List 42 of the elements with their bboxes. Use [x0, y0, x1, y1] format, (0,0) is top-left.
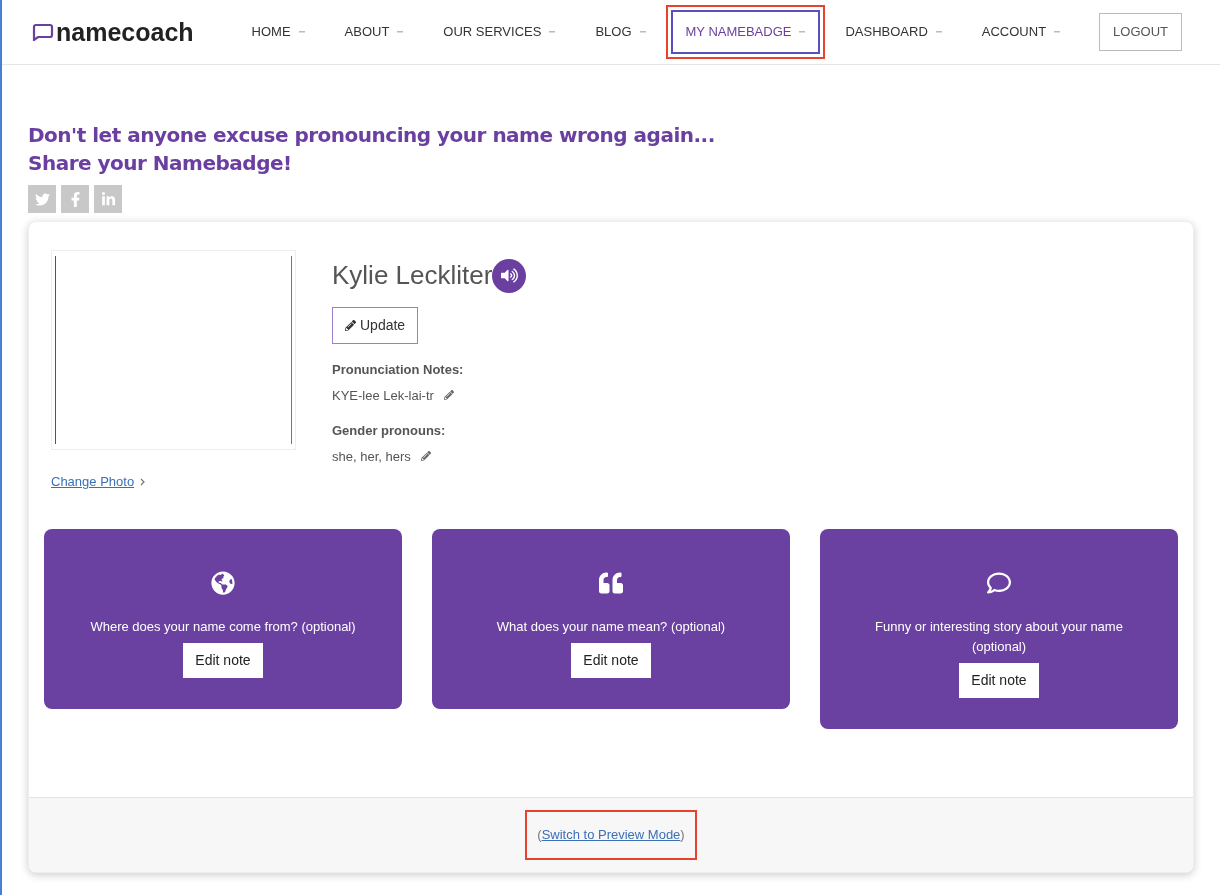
chevron-icon	[140, 477, 146, 486]
edit-note-button[interactable]: Edit note	[571, 643, 651, 678]
quote-icon	[599, 571, 623, 595]
globe-icon	[211, 571, 235, 595]
nav-link[interactable]: ACCOUNT	[966, 10, 1076, 54]
note-prompt: What does your name mean? (optional)	[496, 618, 726, 636]
nav-link[interactable]: OUR SERVICES	[428, 10, 571, 54]
note-prompt: Funny or interesting story about your name (optional)	[874, 618, 1124, 656]
logout-button[interactable]: LOGOUT	[1099, 13, 1182, 51]
pencil-icon[interactable]	[420, 451, 431, 462]
parenthesis: (	[537, 826, 542, 845]
field-label: Gender pronouns:	[332, 422, 447, 440]
pencil-icon	[345, 320, 356, 331]
field-label: Pronunciation Notes:	[332, 361, 465, 379]
caret-icon	[639, 30, 646, 34]
nav-link[interactable]: MY NAMEBADGE	[670, 10, 821, 54]
field-value: KYE-lee Lek-lai-tr	[332, 386, 434, 405]
preview-mode-link[interactable]: Switch to Preview Mode	[541, 825, 681, 845]
caret-icon	[298, 30, 305, 34]
change-photo-link[interactable]: Change Photo	[51, 472, 146, 492]
caret-icon	[1054, 30, 1061, 34]
person-name: Kylie Leckliter	[332, 259, 493, 292]
field-value: she, her, hers	[332, 447, 411, 466]
speaker-icon[interactable]	[492, 258, 527, 293]
caret-icon	[549, 30, 556, 34]
edit-note-button[interactable]: Edit note	[959, 663, 1039, 698]
edit-note-button[interactable]: Edit note	[183, 643, 263, 678]
update-button[interactable]: Update	[332, 307, 419, 344]
pencil-icon[interactable]	[443, 390, 454, 401]
logo-text: namecoach	[56, 19, 194, 45]
nav-link[interactable]: ABOUT	[329, 10, 419, 54]
speech-bubble-icon	[987, 571, 1011, 595]
caret-icon	[397, 30, 404, 34]
caret-icon	[799, 30, 806, 34]
parenthesis: )	[680, 826, 685, 845]
headline: Don't let anyone excuse pronouncing your name wrong again... Share your Namebadge!	[28, 122, 716, 177]
nav-link[interactable]: HOME	[236, 10, 320, 54]
logo-icon	[32, 23, 54, 41]
caret-icon	[935, 30, 942, 34]
note-prompt: Where does your name come from? (optional)	[90, 618, 356, 636]
nav-link[interactable]: DASHBOARD	[830, 10, 957, 54]
nav-link[interactable]: BLOG	[580, 10, 661, 54]
